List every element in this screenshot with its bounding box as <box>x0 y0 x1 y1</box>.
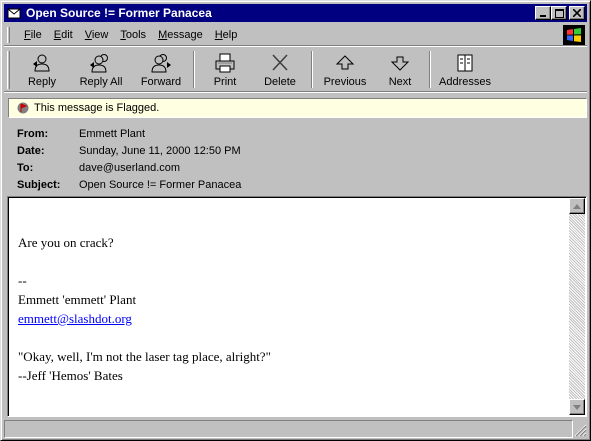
header-subject: Subject: Open Source != Former Panacea <box>17 178 242 191</box>
envelope-icon <box>6 5 22 21</box>
message-body[interactable]: Are you on crack? -- Emmett 'emmett' Pla… <box>18 233 558 385</box>
header-to: To: dave@userland.com <box>17 161 181 174</box>
status-bar <box>4 420 587 438</box>
close-button[interactable] <box>569 6 585 20</box>
outlook-express-message-window: Open Source != Former Panacea File Edit … <box>0 0 591 441</box>
menu-tools[interactable]: Tools <box>114 29 152 41</box>
flag-info-bar: This message is Flagged. <box>8 98 587 118</box>
flag-message: This message is Flagged. <box>34 102 160 114</box>
previous-button[interactable]: Previous <box>316 48 374 91</box>
toolbar-grip[interactable] <box>7 51 10 89</box>
menu-bar: File Edit View Tools Message Help <box>4 24 587 46</box>
delete-x-icon <box>272 54 288 71</box>
printer-icon <box>215 53 235 73</box>
reply-all-button[interactable]: Reply All <box>70 48 132 91</box>
reply-icon <box>33 54 50 72</box>
vertical-scrollbar[interactable] <box>569 198 585 415</box>
address-book-icon <box>457 54 473 72</box>
date-value: Sunday, June 11, 2000 12:50 PM <box>79 144 241 157</box>
delete-button[interactable]: Delete <box>252 48 308 91</box>
message-body-pane[interactable]: Are you on crack? -- Emmett 'emmett' Pla… <box>7 196 587 417</box>
from-value: Emmett Plant <box>79 127 146 140</box>
quote-attribution: --Jeff 'Hemos' Bates <box>18 368 123 383</box>
message-headers: From: Emmett Plant Date: Sunday, June 11… <box>17 125 577 193</box>
toolbar-separator <box>429 51 431 88</box>
quote-line: "Okay, well, I'm not the laser tag place… <box>18 349 271 364</box>
windows-logo-icon <box>563 24 585 45</box>
body-line: Are you on crack? <box>18 235 114 250</box>
forward-button[interactable]: Forward <box>132 48 190 91</box>
toolbar: Reply Reply All Forward Print Delete Pre… <box>4 48 587 92</box>
forward-icon <box>151 54 171 73</box>
flag-icon <box>17 102 29 114</box>
toolbar-separator <box>193 51 195 88</box>
to-value: dave@userland.com <box>79 161 181 174</box>
reply-button[interactable]: Reply <box>14 48 70 91</box>
scroll-down-arrow-icon <box>573 404 581 410</box>
minimize-button[interactable] <box>535 6 551 20</box>
window-title: Open Source != Former Panacea <box>26 6 212 20</box>
resize-grip-icon[interactable] <box>573 420 587 438</box>
signature-separator: -- <box>18 273 27 288</box>
menu-file[interactable]: File <box>18 29 48 41</box>
menu-grip[interactable] <box>7 26 10 43</box>
menu-edit[interactable]: Edit <box>48 29 79 41</box>
maximize-button[interactable] <box>551 6 567 20</box>
title-bar[interactable]: Open Source != Former Panacea <box>4 4 587 22</box>
signature-name: Emmett 'emmett' Plant <box>18 292 137 307</box>
down-arrow-icon <box>390 56 410 71</box>
status-pane <box>4 420 573 438</box>
header-date: Date: Sunday, June 11, 2000 12:50 PM <box>17 144 241 157</box>
up-arrow-icon <box>335 55 355 70</box>
signature-email-link[interactable]: emmett@slashdot.org <box>18 311 132 326</box>
addresses-button[interactable]: Addresses <box>434 48 496 91</box>
subject-value: Open Source != Former Panacea <box>79 178 242 191</box>
print-button[interactable]: Print <box>198 48 252 91</box>
reply-all-icon <box>90 54 108 73</box>
scroll-up-arrow-icon <box>573 203 581 209</box>
menu-help[interactable]: Help <box>209 29 244 41</box>
next-button[interactable]: Next <box>374 48 426 91</box>
menu-view[interactable]: View <box>79 29 115 41</box>
scroll-down-button[interactable] <box>569 399 585 415</box>
toolbar-separator <box>311 51 313 88</box>
header-from: From: Emmett Plant <box>17 127 146 140</box>
scroll-up-button[interactable] <box>569 198 585 214</box>
menu-message[interactable]: Message <box>152 29 209 41</box>
